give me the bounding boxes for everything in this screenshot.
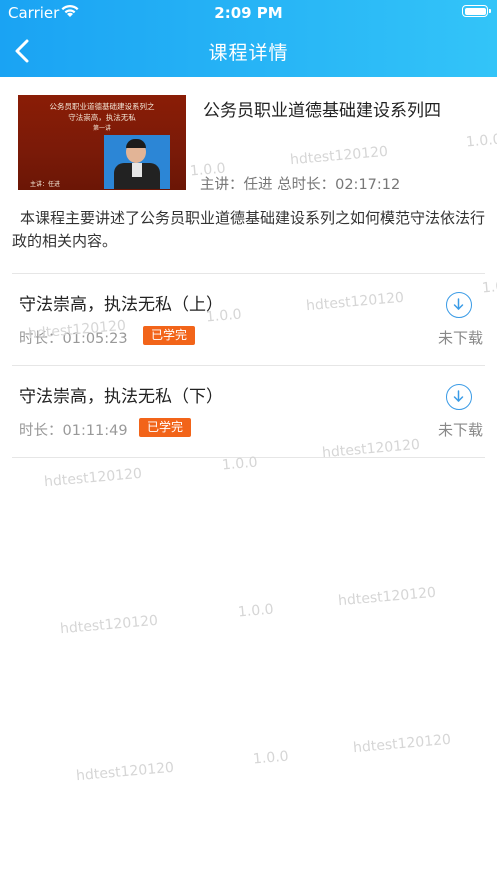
completed-badge: 已学完 — [139, 418, 192, 437]
lesson-item[interactable]: 守法崇高，执法无私（下） 时长：01:11:49 已学完 未下载 — [0, 366, 497, 457]
header: Carrier 2:09 PM 课程详情 — [0, 0, 497, 77]
thumbnail-line: 守法崇高，执法无私 — [68, 113, 136, 122]
watermark: 1.0.0 — [465, 131, 497, 151]
download-icon[interactable] — [446, 292, 472, 318]
watermark: hdtest120120 — [352, 731, 452, 757]
watermark: hdtest120120 — [337, 584, 437, 610]
download-icon[interactable] — [446, 384, 472, 410]
course-meta: 主讲：任进 总时长：02:17:12 — [200, 177, 401, 193]
lesson-duration: 时长：01:05:23 — [19, 331, 128, 347]
download-status: 未下载 — [437, 329, 483, 347]
divider — [12, 457, 485, 458]
watermark: hdtest120120 — [43, 465, 143, 491]
status-bar: Carrier 2:09 PM — [0, 0, 497, 24]
watermark: 1.0.0 — [237, 601, 275, 621]
thumbnail-line: 第一讲 — [92, 125, 111, 132]
watermark: hdtest120120 — [59, 612, 159, 638]
thumbnail-line: 公务员职业道德基础建设系列之 — [49, 102, 155, 111]
course-description: 本课程主要讲述了公务员职业道德基础建设系列之如何模范守法依法行政的相关内容。 — [12, 209, 486, 250]
completed-badge: 已学完 — [143, 326, 196, 345]
download-status: 未下载 — [437, 421, 483, 439]
page-title: 课程详情 — [208, 42, 289, 64]
lesson-item[interactable]: 守法崇高，执法无私（上） 时长：01:05:23 已学完 未下载 — [0, 274, 497, 365]
lesson-title: 守法崇高，执法无私（下） — [19, 387, 223, 407]
course-title: 公务员职业道德基础建设系列四 — [203, 101, 441, 121]
lesson-duration: 时长：01:11:49 — [19, 423, 128, 439]
nav-bar: 课程详情 — [0, 24, 497, 77]
watermark: hdtest120120 — [289, 143, 389, 169]
watermark: 1.0.0 — [252, 748, 290, 768]
status-time: 2:09 PM — [214, 4, 283, 22]
lesson-title: 守法崇高，执法无私（上） — [19, 295, 223, 315]
lecturer-image — [104, 135, 170, 189]
watermark: hdtest120120 — [75, 759, 175, 785]
battery-icon — [462, 5, 491, 17]
course-thumbnail[interactable]: 公务员职业道德基础建设系列之 守法崇高，执法无私 第一讲 主讲：任进 — [18, 95, 186, 190]
